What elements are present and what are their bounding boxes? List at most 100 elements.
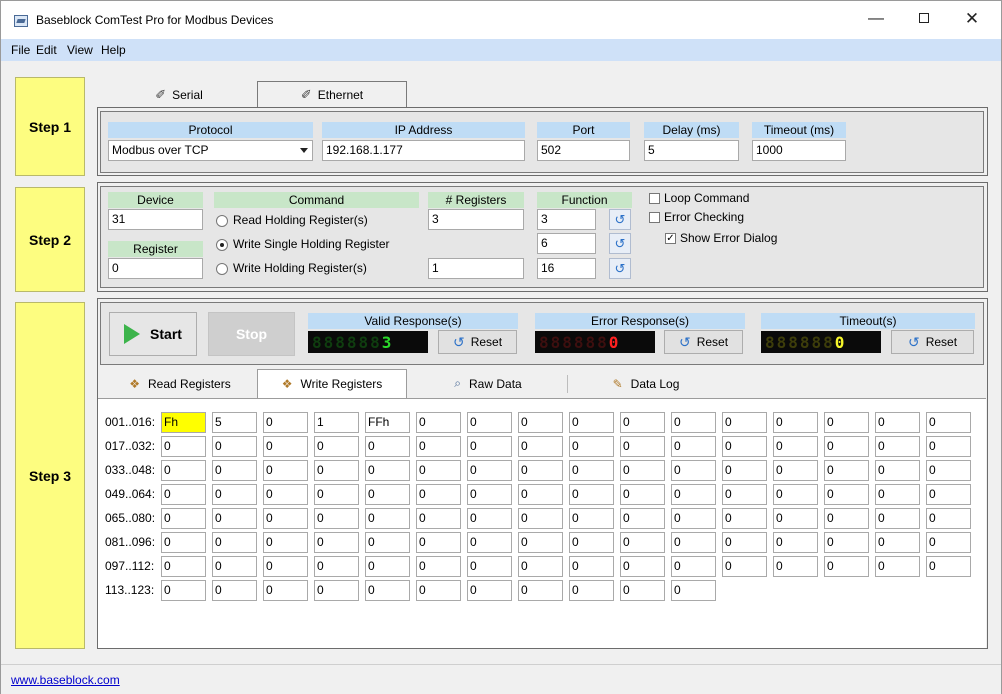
register-cell[interactable]: 0 xyxy=(263,580,308,601)
register-cell[interactable]: 0 xyxy=(161,580,206,601)
maximize-button[interactable] xyxy=(901,1,947,39)
error-checking-checkbox[interactable] xyxy=(649,212,660,223)
register-cell[interactable]: 0 xyxy=(620,484,665,505)
tab-raw-data[interactable]: ⌕ Raw Data xyxy=(413,369,563,398)
register-cell[interactable]: 0 xyxy=(569,532,614,553)
register-cell[interactable]: 0 xyxy=(926,460,971,481)
register-cell[interactable]: 0 xyxy=(620,532,665,553)
register-cell[interactable]: 0 xyxy=(467,580,512,601)
register-cell[interactable]: 0 xyxy=(773,556,818,577)
register-cell[interactable]: 0 xyxy=(875,508,920,529)
website-link[interactable]: www.baseblock.com xyxy=(11,673,120,687)
register-cell[interactable]: 0 xyxy=(824,508,869,529)
register-cell[interactable]: 0 xyxy=(161,436,206,457)
show-error-dialog-checkbox[interactable]: ✓ xyxy=(665,233,676,244)
register-cell[interactable]: 0 xyxy=(824,556,869,577)
valid-reset-button[interactable]: ↺ Reset xyxy=(438,330,517,354)
register-cell[interactable]: 0 xyxy=(569,484,614,505)
function-read-reset-button[interactable]: ↺ xyxy=(609,209,631,230)
register-cell[interactable]: 0 xyxy=(569,460,614,481)
error-reset-button[interactable]: ↺ Reset xyxy=(664,330,743,354)
register-cell[interactable]: 0 xyxy=(467,508,512,529)
register-cell[interactable]: 0 xyxy=(212,556,257,577)
read-holding-radio[interactable] xyxy=(216,215,228,227)
tab-write-registers[interactable]: ❖ Write Registers xyxy=(257,369,407,398)
register-cell[interactable]: 0 xyxy=(161,532,206,553)
register-cell[interactable]: 0 xyxy=(722,436,767,457)
register-cell[interactable]: 0 xyxy=(365,436,410,457)
ip-address-input[interactable]: 192.168.1.177 xyxy=(322,140,525,161)
register-cell[interactable]: 0 xyxy=(365,580,410,601)
register-cell[interactable]: 0 xyxy=(671,532,716,553)
register-cell[interactable]: 0 xyxy=(773,460,818,481)
menu-help[interactable]: Help xyxy=(101,43,126,57)
register-cell[interactable]: 0 xyxy=(620,580,665,601)
register-cell[interactable]: 0 xyxy=(875,556,920,577)
register-cell[interactable]: 0 xyxy=(314,532,359,553)
stop-button[interactable]: Stop xyxy=(208,312,295,356)
register-cell[interactable]: 0 xyxy=(263,460,308,481)
register-cell[interactable]: 0 xyxy=(569,508,614,529)
register-cell[interactable]: 0 xyxy=(671,436,716,457)
register-cell[interactable]: 0 xyxy=(926,484,971,505)
register-cell[interactable]: 0 xyxy=(722,532,767,553)
register-cell[interactable]: 0 xyxy=(824,436,869,457)
register-cell[interactable]: 0 xyxy=(365,460,410,481)
close-button[interactable]: ✕ xyxy=(949,1,995,39)
register-cell[interactable]: 0 xyxy=(773,508,818,529)
register-cell[interactable]: 0 xyxy=(518,532,563,553)
register-cell[interactable]: FFh xyxy=(365,412,410,433)
menu-view[interactable]: View xyxy=(67,43,93,57)
register-cell[interactable]: 0 xyxy=(314,556,359,577)
minimize-button[interactable]: — xyxy=(853,1,899,39)
register-cell[interactable]: 0 xyxy=(263,508,308,529)
register-cell[interactable]: 0 xyxy=(416,580,461,601)
register-cell[interactable]: 0 xyxy=(161,556,206,577)
register-cell[interactable]: Fh xyxy=(161,412,206,433)
register-cell[interactable]: 0 xyxy=(722,460,767,481)
timeout-reset-button[interactable]: ↺ Reset xyxy=(891,330,974,354)
register-cell[interactable]: 0 xyxy=(569,556,614,577)
register-cell[interactable]: 0 xyxy=(212,460,257,481)
register-input[interactable]: 0 xyxy=(108,258,203,279)
register-cell[interactable]: 0 xyxy=(875,412,920,433)
register-cell[interactable]: 0 xyxy=(671,412,716,433)
register-cell[interactable]: 0 xyxy=(824,532,869,553)
register-cell[interactable]: 0 xyxy=(416,460,461,481)
register-cell[interactable]: 0 xyxy=(416,484,461,505)
protocol-select[interactable]: Modbus over TCP xyxy=(108,140,313,161)
register-cell[interactable]: 0 xyxy=(263,412,308,433)
register-cell[interactable]: 0 xyxy=(722,508,767,529)
register-cell[interactable]: 0 xyxy=(620,508,665,529)
write-multiple-radio[interactable] xyxy=(216,263,228,275)
start-button[interactable]: Start xyxy=(109,312,197,356)
register-cell[interactable]: 0 xyxy=(875,460,920,481)
register-cell[interactable]: 0 xyxy=(161,460,206,481)
register-cell[interactable]: 0 xyxy=(671,580,716,601)
register-cell[interactable]: 0 xyxy=(212,436,257,457)
register-cell[interactable]: 0 xyxy=(161,508,206,529)
register-cell[interactable]: 0 xyxy=(314,436,359,457)
timeout-input[interactable]: 1000 xyxy=(752,140,846,161)
register-cell[interactable]: 0 xyxy=(875,532,920,553)
device-input[interactable]: 31 xyxy=(108,209,203,230)
register-cell[interactable]: 0 xyxy=(365,484,410,505)
register-cell[interactable]: 0 xyxy=(416,412,461,433)
function-write-multiple-reset-button[interactable]: ↺ xyxy=(609,258,631,279)
register-cell[interactable]: 0 xyxy=(620,556,665,577)
register-cell[interactable]: 0 xyxy=(365,532,410,553)
register-cell[interactable]: 0 xyxy=(467,532,512,553)
register-cell[interactable]: 0 xyxy=(518,436,563,457)
register-cell[interactable]: 0 xyxy=(518,580,563,601)
function-write-single-reset-button[interactable]: ↺ xyxy=(609,233,631,254)
tab-serial[interactable]: ✐ Serial xyxy=(129,81,229,108)
register-cell[interactable]: 0 xyxy=(467,556,512,577)
tab-ethernet[interactable]: ✐ Ethernet xyxy=(257,81,407,108)
register-cell[interactable]: 0 xyxy=(212,484,257,505)
register-cell[interactable]: 0 xyxy=(671,460,716,481)
register-cell[interactable]: 0 xyxy=(161,484,206,505)
register-cell[interactable]: 0 xyxy=(212,532,257,553)
register-cell[interactable]: 0 xyxy=(263,436,308,457)
register-cell[interactable]: 0 xyxy=(875,436,920,457)
register-cell[interactable]: 0 xyxy=(314,484,359,505)
